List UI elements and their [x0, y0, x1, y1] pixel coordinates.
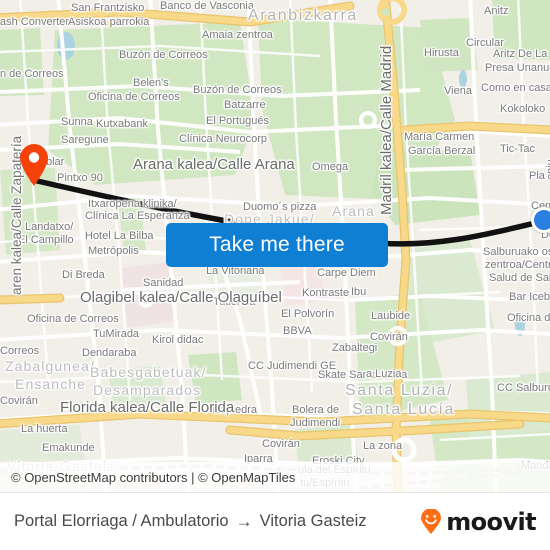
take-me-there-button[interactable]: Take me there [166, 223, 388, 267]
footer-bar: Portal Elorriaga / Ambulatorio → Vitoria… [0, 492, 550, 550]
map-pin-icon [20, 144, 48, 186]
route-title: Portal Elorriaga / Ambulatorio → Vitoria… [14, 512, 367, 532]
moovit-logo[interactable]: moovit [418, 507, 537, 536]
destination-dot-marker[interactable] [531, 207, 550, 233]
route-destination-label: Vitoria Gasteiz [259, 512, 367, 530]
route-origin-label: Portal Elorriaga / Ambulatorio [14, 512, 229, 530]
attribution-text[interactable]: © OpenStreetMap contributors | © OpenMap… [11, 470, 295, 485]
moovit-wordmark: moovit [446, 507, 536, 536]
map-canvas[interactable]: ash Converters San Frantzisko Asiskoa parr… [0, 0, 550, 492]
arrow-right-icon: → [235, 511, 253, 531]
moovit-smiley-pin-icon [421, 508, 442, 534]
moovit-route-screenshot: ash Converters San Frantzisko Asiskoa parr… [0, 0, 550, 550]
map-attribution-bar: © OpenStreetMap contributors | © OpenMap… [0, 462, 550, 492]
origin-pin-marker[interactable] [18, 143, 50, 187]
